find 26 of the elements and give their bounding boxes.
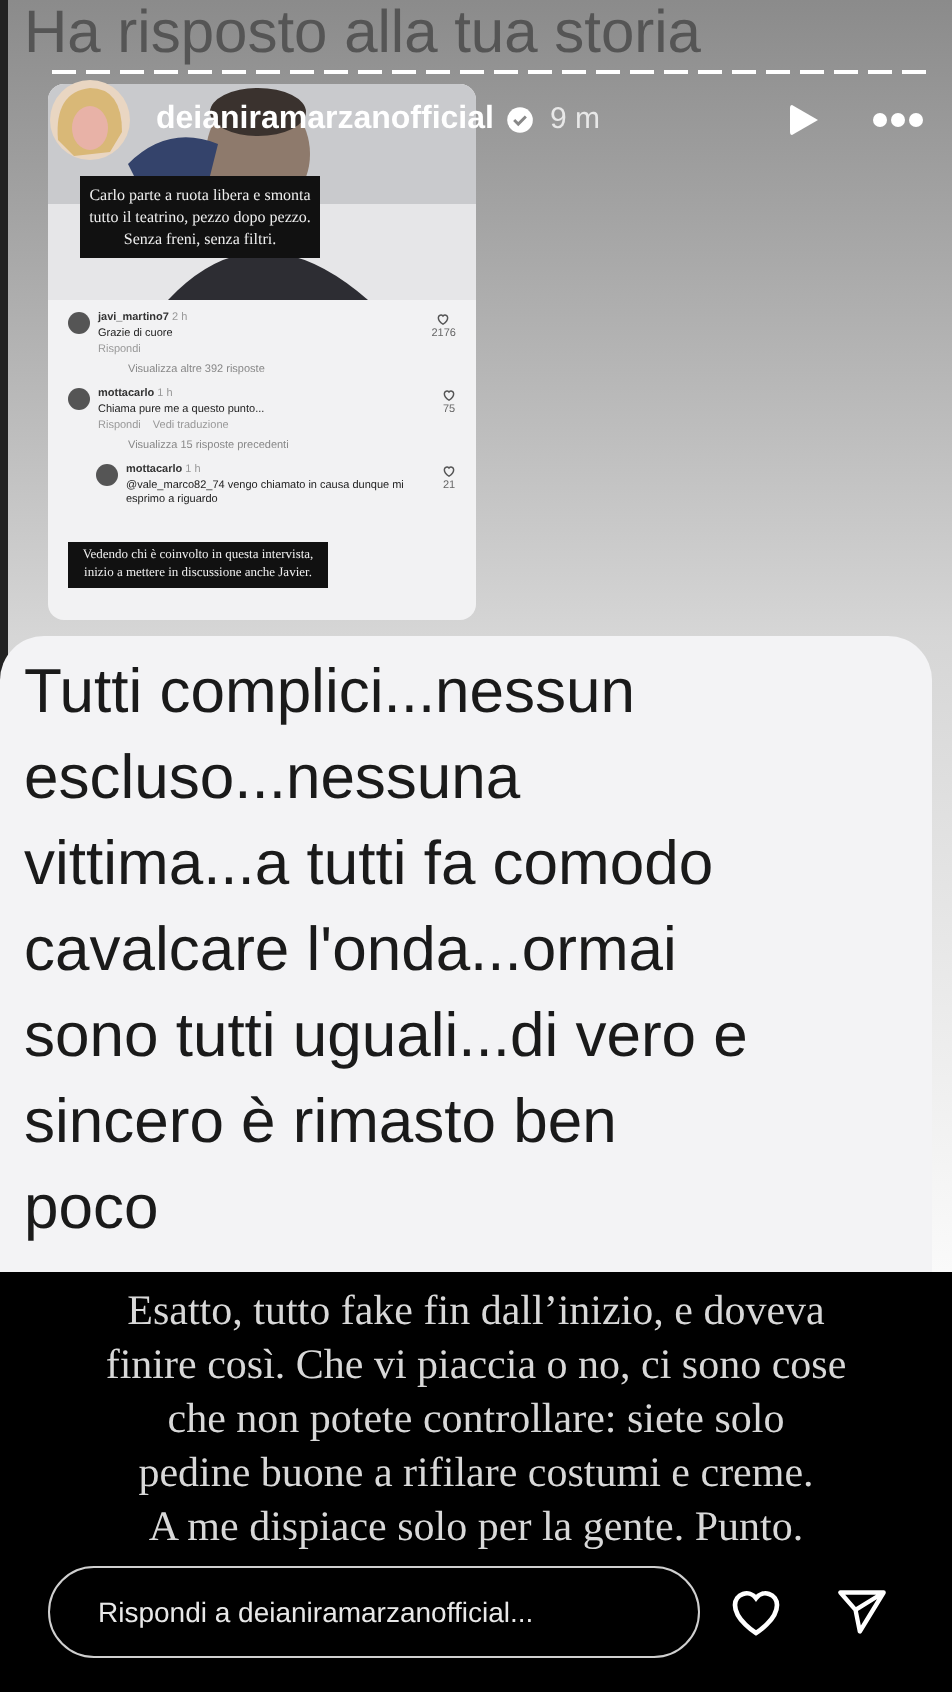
- message-text: poco: [24, 1170, 161, 1246]
- message-text: cavalcare l'onda...ormai: [24, 912, 679, 988]
- message-text: sincero è rimasto ben: [24, 1084, 619, 1160]
- more-icon[interactable]: [872, 112, 924, 128]
- story-title: Ha risposto alla tua storia: [24, 0, 701, 68]
- message-text: Tutti complici...nessun: [24, 654, 638, 730]
- commenter-avatar: [96, 464, 118, 486]
- caption-text: A me dispiace solo per la gente. Punto.: [148, 1500, 804, 1554]
- heart-icon[interactable]: [442, 464, 456, 478]
- post-time: 9 m: [549, 99, 600, 140]
- heart-icon[interactable]: [728, 1586, 784, 1638]
- reply-field[interactable]: Rispondi a deianiramarzanofficial...: [48, 1566, 700, 1658]
- caption-text: pedine buone a rifilare costumi e creme.: [138, 1446, 814, 1500]
- caption-text: finire così. Che vi piaccia o no, ci sono cose: [105, 1338, 847, 1392]
- caption-text: che non potete controllare: siete solo: [167, 1392, 785, 1446]
- message-text: sono tutti uguali...di vero e: [24, 998, 750, 1074]
- message-text: vittima...a tutti fa comodo: [24, 826, 716, 902]
- commenter-avatar: [68, 388, 90, 410]
- heart-icon[interactable]: [436, 312, 451, 326]
- caption-overlay: Carlo parte a ruota libera e smonta tutto il teatrino, pezzo dopo pezzo. Senza freni, senza filtri.: [80, 176, 320, 258]
- send-icon[interactable]: [836, 1586, 888, 1638]
- commenter-avatar: [68, 312, 90, 334]
- caption-text: Esatto, tutto fake fin dall’inizio, e doveva: [127, 1284, 825, 1338]
- play-icon[interactable]: [788, 102, 820, 138]
- heart-icon[interactable]: [442, 388, 456, 402]
- message-text: escluso...nessuna: [24, 740, 523, 816]
